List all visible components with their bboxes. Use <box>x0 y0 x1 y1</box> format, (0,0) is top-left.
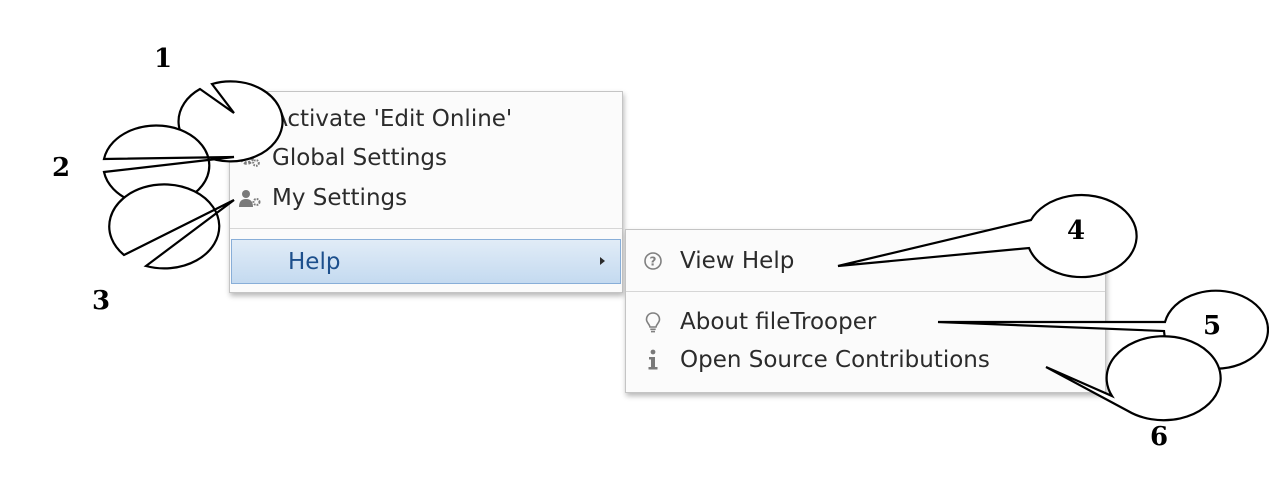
menu-item-view-help[interactable]: ? View Help <box>626 243 1105 279</box>
lightbulb-icon <box>642 311 664 333</box>
callout-bubble-3 <box>108 183 235 270</box>
callout-number-6: 6 <box>1149 422 1169 452</box>
callout-bubble-2 <box>102 124 235 207</box>
menu-item-label: Open Source Contributions <box>680 347 990 373</box>
help-submenu: ? View Help About fileTrooper Open Sourc… <box>625 229 1106 393</box>
menu-item-label: About fileTrooper <box>680 309 877 335</box>
menu-divider <box>230 228 622 229</box>
svg-text:?: ? <box>650 255 657 269</box>
submenu-arrow-icon <box>600 257 605 265</box>
menu-item-activate-edit-online[interactable]: Activate 'Edit Online' <box>230 101 622 137</box>
user-settings-icon <box>239 187 261 209</box>
menu-divider <box>626 291 1105 292</box>
callout-number-2: 2 <box>51 153 71 183</box>
menu-item-open-source-contributions[interactable]: Open Source Contributions <box>626 342 1105 378</box>
callout-number-1: 1 <box>153 44 173 74</box>
callout-number-5: 5 <box>1202 311 1222 341</box>
callout-number-4: 4 <box>1066 216 1086 246</box>
globe-icon <box>239 108 261 130</box>
menu-item-label: Global Settings <box>272 145 448 171</box>
gears-icon <box>239 147 261 169</box>
info-icon <box>642 349 664 371</box>
menu-item-label: View Help <box>680 248 795 274</box>
menu-item-about-filetrooper[interactable]: About fileTrooper <box>626 304 1105 340</box>
main-context-menu: Activate 'Edit Online' Global Settings M… <box>229 91 623 293</box>
question-circle-icon: ? <box>642 250 664 272</box>
menu-item-help[interactable]: Help <box>231 239 621 284</box>
menu-item-global-settings[interactable]: Global Settings <box>230 140 622 176</box>
menu-item-label: Help <box>288 248 341 275</box>
menu-item-label: My Settings <box>272 185 408 211</box>
menu-item-label: Activate 'Edit Online' <box>272 106 513 132</box>
callout-number-3: 3 <box>91 286 111 316</box>
menu-item-my-settings[interactable]: My Settings <box>230 180 622 216</box>
